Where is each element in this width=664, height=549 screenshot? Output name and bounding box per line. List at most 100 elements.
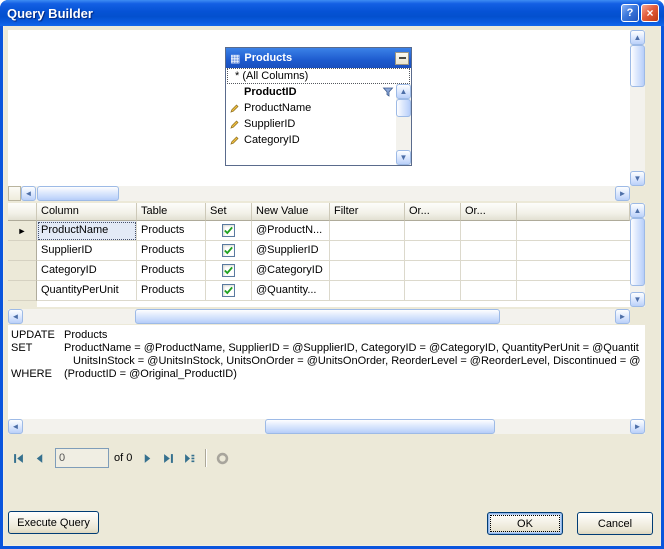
scroll-down-button[interactable]: ▼ [630,292,645,307]
scroll-left-button[interactable]: ◄ [8,309,23,324]
products-table-window[interactable]: ▦ Products * (All Columns) ProductID [225,47,412,166]
nav-last-button[interactable] [158,448,179,469]
grid-cell-set[interactable] [206,281,252,301]
ok-button[interactable]: OK [487,512,563,535]
grid-cell-or[interactable] [405,241,461,261]
close-button[interactable]: × [641,4,659,22]
header-table[interactable]: Table [137,203,206,221]
scroll-right-button[interactable]: ► [630,419,645,434]
scroll-right-button[interactable]: ► [615,309,630,324]
nav-separator [205,449,207,467]
sql-line: SETProductName = @ProductName, SupplierI… [8,342,645,355]
sql-pane[interactable]: UPDATEProducts SETProductName = @Product… [8,325,645,419]
grid-cell-table[interactable]: Products [137,261,206,281]
grid-cell-column[interactable]: ProductName [37,221,137,241]
grid-cell-new-value[interactable]: @Quantity... [252,281,330,301]
help-button[interactable]: ? [621,4,639,22]
nav-position-input[interactable] [55,448,109,468]
title-bar[interactable]: Query Builder ? × [0,0,664,26]
grid-vertical-scrollbar[interactable]: ▲ ▼ [630,203,645,307]
nav-first-button[interactable] [8,448,29,469]
grid-cell-column[interactable]: SupplierID [37,241,137,261]
scroll-left-button[interactable]: ◄ [8,419,23,434]
row-selector[interactable] [8,281,37,301]
diagram-vertical-scrollbar[interactable]: ▲ ▼ [630,30,645,186]
column-item-categoryid[interactable]: CategoryID [226,132,396,148]
sql-horizontal-scrollbar[interactable]: ◄ ► [8,419,645,434]
column-item-all-columns[interactable]: * (All Columns) [227,68,410,84]
grid-cell-set[interactable] [206,221,252,241]
checkbox-checked-icon [223,245,234,256]
row-selector[interactable] [8,241,37,261]
column-item-supplierid[interactable]: SupplierID [226,116,396,132]
grid-cell-set[interactable] [206,241,252,261]
grid-cell-new-value[interactable]: @SupplierID [252,241,330,261]
scroll-thumb[interactable] [135,309,500,324]
grid-cell-filter[interactable] [330,281,405,301]
row-selector[interactable] [8,261,37,281]
scroll-thumb[interactable] [37,186,119,201]
grid-cell-or[interactable] [405,281,461,301]
execute-query-button[interactable]: Execute Query [8,511,99,534]
scroll-down-button[interactable]: ▼ [396,150,411,165]
grid-cell-new-value[interactable]: @ProductN... [252,221,330,241]
grid-horizontal-scrollbar[interactable]: ◄ ► [8,309,630,324]
grid-cell-column[interactable]: CategoryID [37,261,137,281]
grid-cell-filler [517,221,630,241]
sql-text: UnitsInStock = @UnitsInStock, UnitsOnOrd… [64,355,640,367]
set-checkbox[interactable] [222,244,235,257]
scroll-left-button[interactable]: ◄ [21,186,36,201]
set-checkbox[interactable] [222,264,235,277]
grid-corner-cell[interactable] [8,203,37,221]
scroll-up-button[interactable]: ▲ [630,203,645,218]
scroll-down-button[interactable]: ▼ [630,171,645,186]
scroll-up-button[interactable]: ▲ [396,84,411,99]
grid-cell-or[interactable] [461,241,517,261]
filter-icon[interactable] [382,86,394,98]
set-checkbox[interactable] [222,224,235,237]
nav-prev-button[interactable] [29,448,50,469]
grid-row: SupplierID Products @SupplierID [8,241,630,261]
cancel-button[interactable]: Cancel [577,512,653,535]
scroll-thumb[interactable] [630,218,645,286]
diagram-horizontal-scrollbar[interactable]: ◄ ► [8,186,630,201]
nav-next-button[interactable] [137,448,158,469]
row-selector[interactable]: ► [8,221,37,241]
grid-cell-table[interactable]: Products [137,241,206,261]
scroll-thumb[interactable] [630,45,645,87]
grid-cell-or[interactable] [405,261,461,281]
grid-cell-new-value[interactable]: @CategoryID [252,261,330,281]
header-or[interactable]: Or... [405,203,461,221]
header-filter[interactable]: Filter [330,203,405,221]
header-or[interactable]: Or... [461,203,517,221]
pane-splitter-handle[interactable] [8,186,21,201]
grid-cell-filter[interactable] [330,261,405,281]
grid-cell-or[interactable] [405,221,461,241]
column-item-productid[interactable]: ProductID [226,84,396,100]
sql-keyword: UPDATE [8,329,64,342]
products-table-header[interactable]: ▦ Products [226,48,411,68]
grid-cell-or[interactable] [461,261,517,281]
grid-cell-set[interactable] [206,261,252,281]
grid-cell-table[interactable]: Products [137,281,206,301]
grid-cell-or[interactable] [461,281,517,301]
scroll-thumb[interactable] [396,99,411,117]
grid-cell-column[interactable]: QuantityPerUnit [37,281,137,301]
grid-cell-filter[interactable] [330,241,405,261]
scroll-up-button[interactable]: ▲ [630,30,645,45]
header-set[interactable]: Set [206,203,252,221]
grid-cell-filter[interactable] [330,221,405,241]
grid-cell-or[interactable] [461,221,517,241]
column-item-productname[interactable]: ProductName [226,100,396,116]
scroll-thumb[interactable] [265,419,495,434]
grid-cell-table[interactable]: Products [137,221,206,241]
scroll-right-button[interactable]: ► [615,186,630,201]
set-checkbox[interactable] [222,284,235,297]
help-icon: ? [627,7,634,19]
table-window-scrollbar[interactable]: ▲ ▼ [396,84,411,165]
nav-new-row-button[interactable] [179,448,200,469]
header-column[interactable]: Column [37,203,137,221]
nav-stop-button[interactable] [212,448,233,469]
header-new-value[interactable]: New Value [252,203,330,221]
collapse-table-button[interactable] [395,52,409,65]
